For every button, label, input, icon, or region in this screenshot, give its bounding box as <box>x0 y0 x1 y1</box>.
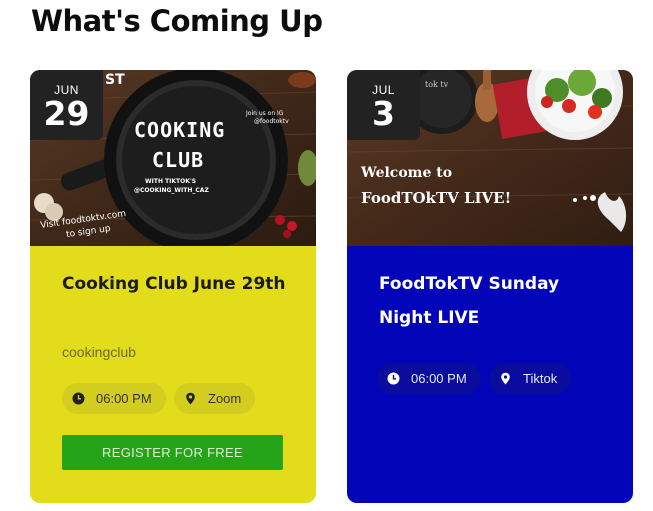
register-button[interactable]: REGISTER FOR FREE <box>62 435 283 470</box>
event-time: 06:00 PM <box>96 391 152 406</box>
event-time: 06:00 PM <box>411 371 467 386</box>
date-day: 29 <box>43 94 90 133</box>
banner-logo-text: tok tv <box>425 80 449 89</box>
clock-icon <box>387 372 400 385</box>
date-badge: JUL 3 <box>347 70 420 140</box>
event-location: Zoom <box>208 391 242 406</box>
banner-corner-text: ST <box>105 72 125 88</box>
banner-headline-1: COOKING <box>134 118 226 142</box>
event-location: Tiktok <box>523 371 558 386</box>
banner-line-1: Welcome to <box>361 165 453 181</box>
event-card-foodtoktv-live[interactable]: tok tv Welcome to FoodTOkTV LIVE! JUL 3 … <box>347 70 633 503</box>
event-banner-image: tok tv Welcome to FoodTOkTV LIVE! JUL 3 <box>347 70 633 246</box>
event-location-chip: Zoom <box>174 383 256 414</box>
banner-headline-2: CLUB <box>152 148 205 172</box>
date-day: 3 <box>372 94 395 133</box>
event-time-chip: 06:00 PM <box>377 363 481 394</box>
banner-join-1: Join us on IG <box>246 110 284 117</box>
map-pin-icon <box>499 372 512 385</box>
map-pin-icon <box>184 392 197 405</box>
event-location-chip: Tiktok <box>489 363 572 394</box>
clock-icon <box>72 392 85 405</box>
banner-sub-1: WITH TIKTOK'S <box>145 178 197 185</box>
date-badge: JUN 29 <box>30 70 103 140</box>
event-category: cookingclub <box>62 344 136 360</box>
event-title[interactable]: Cooking Club June 29th <box>62 267 292 301</box>
event-banner-image: COOKING CLUB WITH TIKTOK'S @COOKING_WITH… <box>30 70 316 246</box>
event-title[interactable]: FoodTokTV Sunday Night LIVE <box>379 267 609 335</box>
banner-join-2: @foodtoktv <box>254 118 289 125</box>
event-time-chip: 06:00 PM <box>62 383 166 414</box>
banner-sub-2: @COOKING_WITH_CAZ <box>134 187 209 194</box>
event-card-cooking-club[interactable]: COOKING CLUB WITH TIKTOK'S @COOKING_WITH… <box>30 70 316 503</box>
page-heading: What's Coming Up <box>31 4 323 38</box>
banner-line-2: FoodTOkTV LIVE! <box>361 189 512 207</box>
